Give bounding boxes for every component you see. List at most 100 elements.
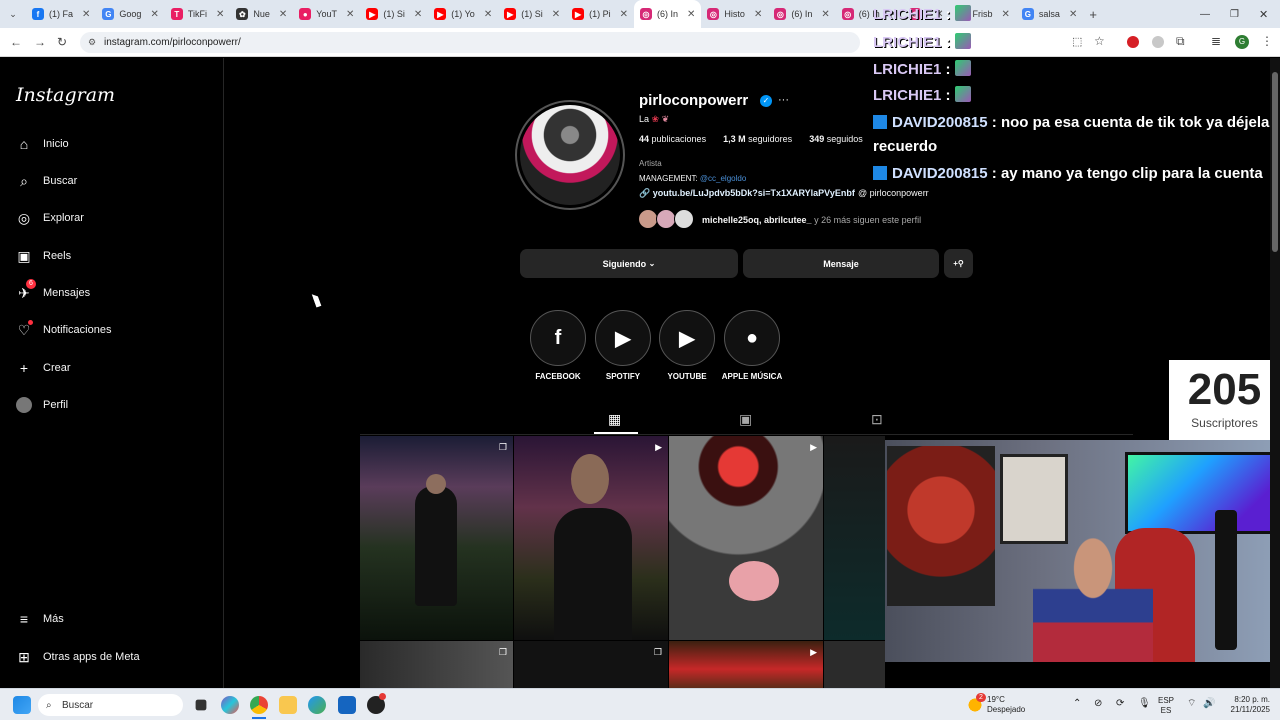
sidebar-item-crear[interactable]: + Crear	[16, 360, 71, 376]
highlight-facebook[interactable]: f FACEBOOK	[529, 310, 587, 381]
page-scrollbar[interactable]	[1270, 58, 1280, 688]
scrollbar-thumb[interactable]	[1272, 72, 1278, 252]
following-count[interactable]: 349	[809, 134, 824, 144]
sidebar-item-perfil[interactable]: ● Perfil	[16, 397, 68, 413]
sidebar-item-more[interactable]: ≡ Más	[16, 611, 64, 627]
sidebar-item-inicio[interactable]: ⌂ Inicio	[16, 136, 69, 152]
bookmark-star-icon[interactable]: ☆	[1094, 34, 1105, 48]
browser-tab[interactable]: ▶ (1) Si ✕	[360, 0, 428, 28]
profile-avatar[interactable]	[515, 100, 625, 210]
tab-search-icon[interactable]: ⌄	[0, 9, 26, 20]
chrome-icon[interactable]	[250, 696, 268, 714]
edge-icon[interactable]	[308, 696, 326, 714]
tab-close-icon[interactable]: ✕	[935, 9, 943, 20]
options-icon[interactable]: ···	[778, 94, 789, 106]
sidebar-item-buscar[interactable]: ⌕ Buscar	[16, 173, 77, 189]
browser-tab[interactable]: ☺ Frisb ✕	[950, 0, 1016, 28]
tab-close-icon[interactable]: ✕	[1002, 9, 1010, 20]
tab-close-icon[interactable]: ✕	[346, 9, 354, 20]
post-thumbnail[interactable]: ❐	[514, 641, 668, 688]
tab-posts-grid-icon[interactable]: ▦	[608, 411, 621, 428]
copilot-icon[interactable]	[221, 696, 239, 714]
browser-tab[interactable]: ▶ (1) Yo ✕	[428, 0, 498, 28]
windows-start-icon[interactable]	[13, 696, 31, 714]
following-button[interactable]: Siguiendo ⌄	[520, 249, 738, 278]
tab-close-icon[interactable]: ✕	[620, 9, 628, 20]
wifi-icon[interactable]: ⌔	[1187, 699, 1196, 709]
tab-close-icon[interactable]: ✕	[414, 9, 422, 20]
instagram-logo[interactable]: Instagram	[16, 84, 115, 106]
browser-tab[interactable]: ◎ Histo ✕	[701, 0, 768, 28]
clock[interactable]: 8:20 p. m. 21/11/2025	[1224, 695, 1270, 715]
extensions-puzzle-icon[interactable]: ⧉	[1176, 34, 1185, 49]
sidebar-item-mensajes[interactable]: ✈ 6 Mensajes	[16, 279, 90, 301]
post-thumbnail[interactable]	[824, 641, 885, 688]
browser-tab[interactable]: ◎ (6) In ✕	[836, 0, 903, 28]
browser-tab[interactable]: ▶ (1) Si ✕	[498, 0, 566, 28]
tab-close-icon[interactable]: ✕	[216, 9, 224, 20]
tab-close-icon[interactable]: ✕	[754, 9, 762, 20]
highlight-spotify[interactable]: ▶ SPOTIFY	[594, 310, 652, 381]
browser-tab[interactable]: ▶ (1) Pi ✕	[566, 0, 634, 28]
tab-close-icon[interactable]: ✕	[484, 9, 492, 20]
browser-tab[interactable]: T TikFi ✕	[165, 0, 231, 28]
highlight-apple-música[interactable]: ● APPLE MÚSICA	[722, 310, 782, 381]
tab-close-icon[interactable]: ✕	[279, 9, 287, 20]
tab-close-icon[interactable]: ✕	[150, 9, 158, 20]
media-control-icon[interactable]: ≣	[1211, 34, 1221, 48]
forward-icon[interactable]: →	[34, 35, 46, 49]
post-thumbnail[interactable]: ▶	[669, 436, 823, 640]
store-icon[interactable]	[338, 696, 356, 714]
task-view-icon[interactable]	[195, 699, 207, 711]
tab-close-icon[interactable]: ✕	[889, 9, 897, 20]
language-indicator[interactable]: ESP ES	[1158, 696, 1174, 716]
post-thumbnail[interactable]	[824, 436, 885, 640]
followers-count[interactable]: 1,3 M	[723, 134, 746, 144]
microphone-icon[interactable]: 🎙	[1138, 699, 1151, 709]
extension-red-icon[interactable]	[1127, 36, 1139, 48]
tab-close-icon[interactable]: ✕	[82, 9, 90, 20]
close-window-icon[interactable]: ✕	[1259, 8, 1268, 21]
sync-icon[interactable]: ⟳	[1116, 699, 1124, 709]
tray-overflow-icon[interactable]: ⌃	[1073, 699, 1081, 709]
management-handle-link[interactable]: @cc_elgoldo	[700, 174, 746, 183]
minimize-icon[interactable]: —	[1200, 9, 1210, 20]
sidebar-item-reels[interactable]: ▣ Reels	[16, 248, 71, 264]
suggested-users-button[interactable]: +⚲	[944, 249, 973, 278]
post-thumbnail[interactable]: ❐	[360, 436, 513, 640]
profile-link[interactable]: 🔗 youtu.be/LuJpdvb5bDk?si=Tx1XARYlaPVyEn…	[639, 188, 855, 199]
extension-gray-icon[interactable]	[1152, 36, 1164, 48]
volume-icon[interactable]: 🔊	[1203, 699, 1215, 709]
sidebar-item-notificaciones[interactable]: ♡ Notificaciones	[16, 320, 111, 338]
browser-tab[interactable]: Gsalsa ✕	[1016, 0, 1083, 28]
taskbar-search-input[interactable]: ⌕ Buscar	[38, 694, 183, 716]
highlight-youtube[interactable]: ▶ YOUTUBE	[658, 310, 716, 381]
tab-tagged-icon[interactable]: ⊡	[871, 411, 883, 428]
tab-close-icon[interactable]: ✕	[687, 9, 695, 20]
network-off-icon[interactable]: ⊘	[1094, 699, 1102, 709]
file-explorer-icon[interactable]	[279, 696, 297, 714]
message-button[interactable]: Mensaje	[743, 249, 939, 278]
following-label[interactable]: seguidos	[827, 134, 863, 144]
install-icon[interactable]: ⬚	[1072, 35, 1082, 48]
sidebar-item-meta-apps[interactable]: ⊞ Otras apps de Meta	[16, 649, 139, 665]
post-thumbnail[interactable]: ▶	[669, 641, 823, 688]
mutual-followers-avatars[interactable]	[638, 209, 698, 231]
browser-tab[interactable]: ◎ (6) In ✕	[768, 0, 835, 28]
weather-text[interactable]: 19°C Despejado	[987, 695, 1025, 715]
new-tab-button[interactable]: +	[1089, 7, 1097, 22]
post-thumbnail[interactable]: ▶	[514, 436, 668, 640]
threads-badge[interactable]: @ pirloconpowerr	[858, 188, 929, 198]
followers-label[interactable]: seguidores	[748, 134, 792, 144]
tab-close-icon[interactable]: ✕	[1069, 9, 1077, 20]
tab-close-icon[interactable]: ✕	[821, 9, 829, 20]
back-icon[interactable]: ←	[10, 35, 22, 49]
tab-close-icon[interactable]: ✕	[552, 9, 560, 20]
site-info-icon[interactable]: ⚙	[88, 37, 96, 48]
browser-menu-icon[interactable]: ⋮	[1261, 34, 1273, 48]
browser-tab[interactable]: G Goog ✕	[96, 0, 164, 28]
url-input[interactable]: ⚙ instagram.com/pirloconpowerr/	[80, 32, 860, 53]
followed-by-text[interactable]: michelle25oq, abrilcutee_ y 26 más sigue…	[702, 215, 921, 225]
browser-tab[interactable]: ✿ Nue ✕	[230, 0, 293, 28]
profile-avatar-icon[interactable]: G	[1235, 35, 1249, 49]
